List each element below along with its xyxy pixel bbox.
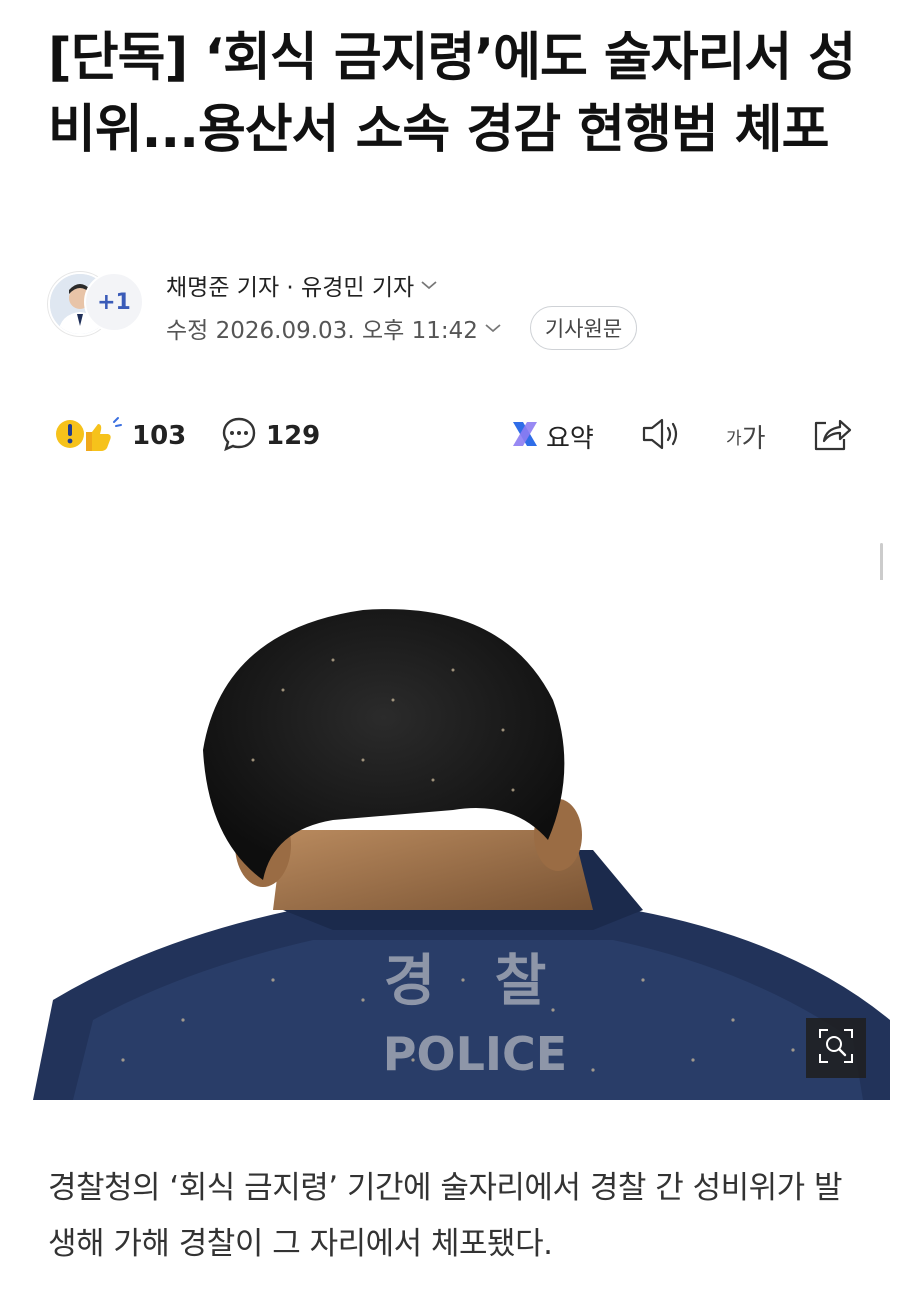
zoom-icon (816, 1026, 856, 1070)
meta-row: 수정 2026.09.03. 오후 11:42 기사원문 (166, 306, 638, 350)
article-photo[interactable]: 경 찰 POLICE (33, 580, 890, 1100)
modified-timestamp[interactable]: 수정 2026.09.03. 오후 11:42 (166, 311, 478, 345)
comment-count: 129 (266, 421, 321, 451)
more-reporters-badge[interactable]: +1 (84, 272, 144, 332)
reaction-count: 103 (132, 421, 187, 451)
action-bar: 103 129 요약 가 가 (48, 408, 858, 468)
byline: +1 채명준 기자 · 유경민 기자 수정 2026.09.03. 오후 11:… (48, 268, 868, 350)
share-icon (810, 415, 852, 457)
share-button[interactable] (810, 408, 852, 464)
reporter-names[interactable]: 채명준 기자 · 유경민 기자 (166, 268, 438, 302)
chevron-down-icon[interactable] (484, 319, 502, 338)
audio-button[interactable] (640, 408, 682, 464)
reporter-names-label: 채명준 기자 · 유경민 기자 (166, 275, 415, 301)
uniform-english-text: POLICE (383, 1027, 567, 1081)
zoom-button[interactable] (806, 1018, 866, 1078)
font-size-small-label: 가 (726, 428, 742, 449)
headline: [단독] ‘회식 금지령’에도 술자리서 성비위...용산서 소속 경감 현행범… (48, 28, 856, 160)
font-size-large-label: 가 (741, 423, 766, 454)
font-size-button[interactable]: 가가 (726, 408, 766, 464)
audio-icon (640, 416, 682, 456)
reaction-button[interactable]: 103 (54, 408, 186, 464)
summary-button[interactable]: 요약 (510, 408, 594, 464)
original-article-button[interactable]: 기사원문 (529, 306, 638, 350)
reaction-icon (54, 412, 124, 460)
chevron-down-icon (420, 276, 438, 295)
uniform-korean-text: 경 찰 (384, 949, 567, 1014)
comment-icon (220, 415, 258, 457)
summary-icon (510, 419, 540, 453)
comment-button[interactable]: 129 (220, 408, 320, 464)
photo-caption: 경찰청의 ‘회식 금지령’ 기간에 술자리에서 경찰 간 성비위가 발생해 가해… (48, 1170, 843, 1262)
summary-label: 요약 (546, 423, 594, 454)
